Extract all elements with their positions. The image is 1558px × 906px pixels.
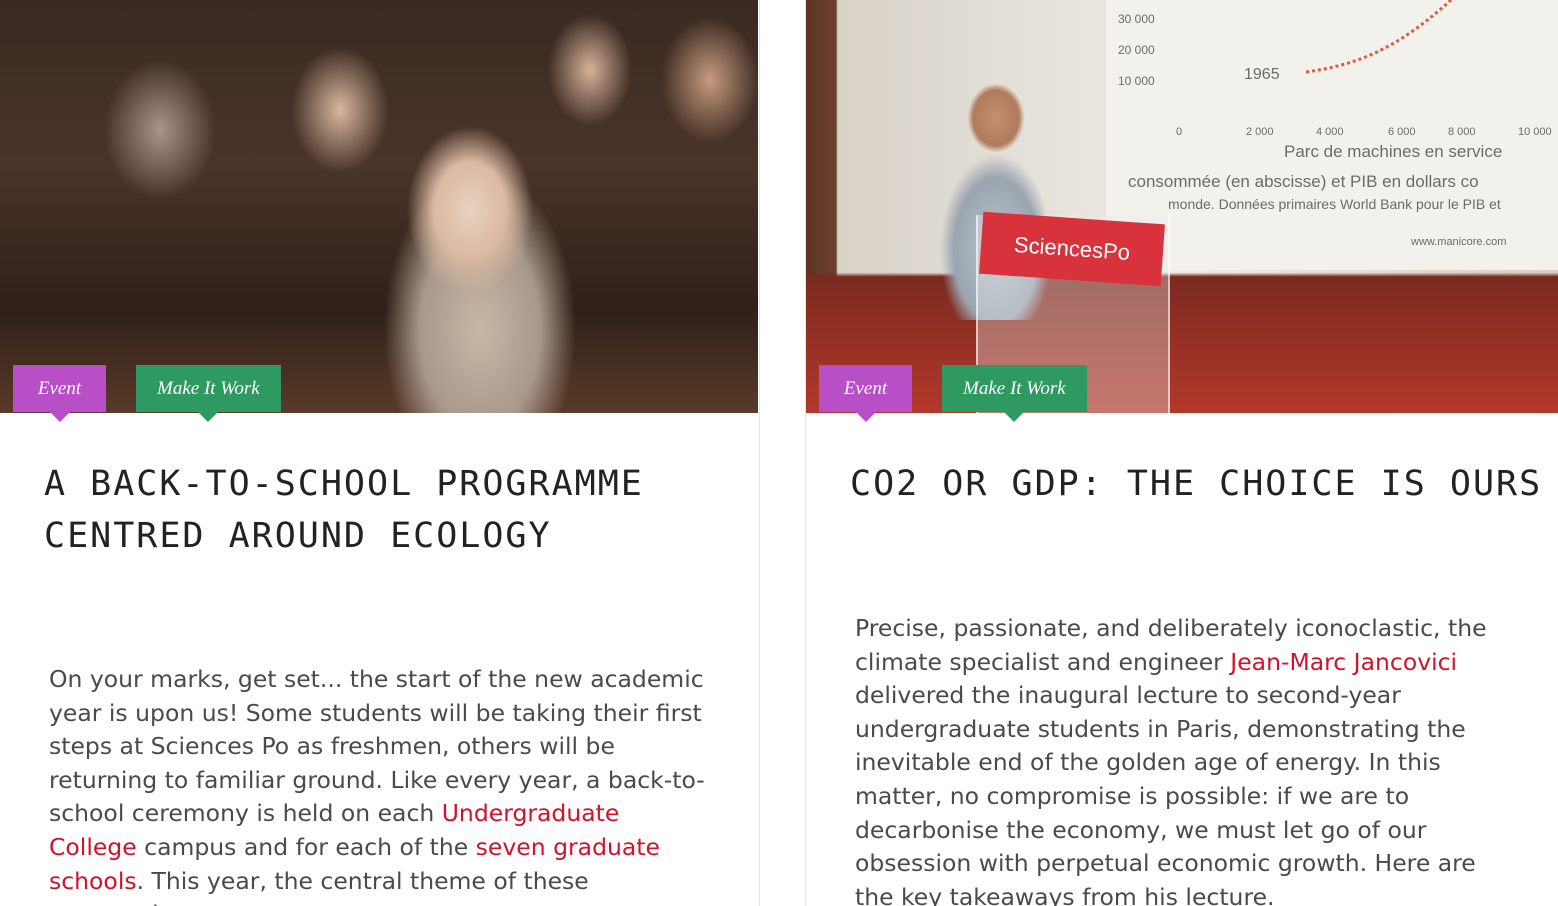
tag-label: Make It Work xyxy=(157,377,260,399)
tag-pointer-icon xyxy=(855,412,876,422)
slide-axis-label: 10 000 xyxy=(1118,74,1155,88)
article-excerpt: Precise, passionate, and deliberately ic… xyxy=(855,612,1515,906)
tag-label: Event xyxy=(843,377,888,399)
excerpt-text: campus and for each of the xyxy=(136,832,476,861)
slide-year-label: 1965 xyxy=(1244,66,1280,83)
tag-event[interactable]: Event xyxy=(819,365,912,422)
slide-tick: 0 xyxy=(1176,126,1183,138)
slide-tick: 10 000 xyxy=(1518,126,1552,138)
slide-tick: 6 000 xyxy=(1388,126,1416,138)
tag-label: Event xyxy=(37,377,82,399)
article-photo-students[interactable] xyxy=(0,0,758,413)
article-title[interactable]: CO2 OR GDP: THE CHOICE IS OURS xyxy=(850,458,1550,510)
jancovici-link[interactable]: Jean-Marc Jancovici xyxy=(1230,648,1457,676)
tag-pointer-icon xyxy=(1004,412,1025,422)
article-card-1[interactable]: Event Make It Work A BACK-TO-SCHOOL PROG… xyxy=(0,0,760,906)
slide-axis-label: 30 000 xyxy=(1118,12,1155,26)
slide-source: www.manicore.com xyxy=(1411,236,1507,248)
slide-tick: 4 000 xyxy=(1316,126,1344,138)
projected-slide: 30 000 20 000 10 000 1965 0 2 000 4 000 … xyxy=(1106,0,1558,270)
tag-make-it-work[interactable]: Make It Work xyxy=(942,365,1087,422)
slide-tick: 2 000 xyxy=(1246,126,1274,138)
article-title[interactable]: A BACK-TO-SCHOOL PROGRAMME CENTRED AROUN… xyxy=(44,458,724,562)
article-card-2[interactable]: 30 000 20 000 10 000 1965 0 2 000 4 000 … xyxy=(805,0,1558,906)
article-excerpt: On your marks, get set... the start of t… xyxy=(49,663,709,906)
excerpt-text: delivered the inaugural lecture to secon… xyxy=(855,681,1476,906)
tag-make-it-work[interactable]: Make It Work xyxy=(136,365,281,422)
tag-pointer-icon xyxy=(198,412,219,422)
slide-axis-label: 20 000 xyxy=(1118,43,1155,57)
slide-caption: monde. Données primaires World Bank pour… xyxy=(1168,196,1501,212)
tag-label: Make It Work xyxy=(963,377,1066,399)
podium-logo: SciencesPo xyxy=(979,211,1165,287)
slide-x-label: Parc de machines en service xyxy=(1284,142,1503,161)
slide-caption: consommée (en abscisse) et PIB en dollar… xyxy=(1128,172,1479,191)
tag-list: Event Make It Work xyxy=(819,365,1087,422)
slide-tick: 8 000 xyxy=(1448,126,1476,138)
slide-curve xyxy=(1306,0,1453,74)
tag-list: Event Make It Work xyxy=(13,365,281,422)
article-photo-lecture[interactable]: 30 000 20 000 10 000 1965 0 2 000 4 000 … xyxy=(806,0,1558,413)
tag-event[interactable]: Event xyxy=(13,365,106,422)
tag-pointer-icon xyxy=(49,412,70,422)
